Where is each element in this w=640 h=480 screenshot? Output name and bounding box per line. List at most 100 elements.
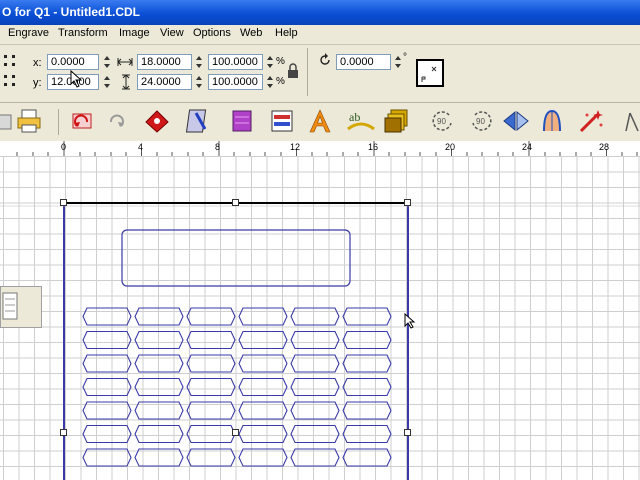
label-tag[interactable] — [186, 330, 236, 350]
selection-handle-center-x[interactable] — [232, 429, 239, 436]
label-tag[interactable] — [238, 330, 288, 350]
menu-help[interactable]: Help — [275, 27, 298, 39]
menu-engrave[interactable]: Engrave — [8, 27, 49, 39]
label-tag[interactable] — [82, 401, 132, 420]
height-spinner[interactable] — [195, 74, 203, 90]
label-tag[interactable] — [186, 354, 236, 373]
rotate-cw-90-button[interactable]: 90 — [466, 106, 496, 136]
label-tag[interactable] — [82, 424, 132, 444]
label-tag[interactable] — [238, 307, 288, 326]
text-on-path-button[interactable]: ab — [346, 106, 376, 136]
undo-button[interactable] — [68, 106, 98, 136]
width-arrow-icon — [117, 58, 133, 66]
rotate-ccw-90-button[interactable]: 90 — [428, 106, 458, 136]
title-box[interactable] — [121, 229, 351, 287]
mirror-button[interactable] — [184, 106, 214, 136]
flip-horizontal-button[interactable] — [501, 106, 531, 136]
label-tag[interactable] — [238, 354, 288, 373]
label-tag[interactable] — [290, 401, 340, 420]
label-tag[interactable] — [238, 377, 288, 397]
label-tag[interactable] — [134, 448, 184, 467]
label-tag[interactable] — [342, 377, 392, 397]
y-spinner[interactable] — [103, 74, 111, 90]
flip-vertical-button[interactable] — [537, 106, 567, 136]
redo-button[interactable] — [102, 106, 132, 136]
x-position-field[interactable]: 0.0000 — [47, 54, 99, 70]
lock-ratio-icon[interactable] — [286, 63, 300, 79]
anchor-grid-icon[interactable] — [2, 53, 22, 93]
label-tag[interactable] — [186, 377, 236, 397]
label-tag[interactable] — [134, 401, 184, 420]
label-tag[interactable] — [342, 424, 392, 444]
width-spinner[interactable] — [195, 54, 203, 70]
scale-height-spinner[interactable] — [266, 74, 274, 90]
label-tag[interactable] — [134, 330, 184, 350]
tool-partial-right[interactable] — [618, 106, 640, 136]
label-tag[interactable] — [290, 424, 340, 444]
label-tag[interactable] — [342, 354, 392, 373]
rotate-cw-90-icon: 90 — [472, 111, 492, 131]
label-tag[interactable] — [134, 354, 184, 373]
separator — [58, 109, 59, 135]
menu-view[interactable]: View — [160, 27, 184, 39]
height-field[interactable]: 24.0000 — [137, 74, 192, 90]
label-tag[interactable] — [290, 307, 340, 326]
label-tag[interactable] — [342, 330, 392, 350]
menu-transform[interactable]: Transform — [58, 27, 108, 39]
ruler-label-0: 0 — [61, 142, 67, 152]
x-spinner[interactable] — [103, 54, 111, 70]
label-tag[interactable] — [238, 401, 288, 420]
node-edit-button[interactable] — [142, 106, 172, 136]
menu-web[interactable]: Web — [240, 27, 262, 39]
menu-image[interactable]: Image — [119, 27, 150, 39]
label-tag[interactable] — [342, 307, 392, 326]
label-tag[interactable] — [186, 307, 236, 326]
label-tag[interactable] — [134, 377, 184, 397]
selection-handle-bottom-right[interactable] — [404, 429, 411, 436]
label-tag[interactable] — [290, 448, 340, 467]
label-tag[interactable] — [186, 401, 236, 420]
selection-handle-top-center[interactable] — [232, 199, 239, 206]
rotation-field[interactable]: 0.0000 — [336, 54, 391, 70]
scale-width-percent: % — [276, 56, 285, 67]
pattern-button[interactable] — [228, 106, 258, 136]
label-tag[interactable] — [186, 424, 236, 444]
align-button[interactable] — [267, 106, 297, 136]
effects-button[interactable] — [576, 106, 606, 136]
scale-width-field[interactable]: 100.0000 — [208, 54, 263, 70]
label-tag[interactable] — [238, 448, 288, 467]
selection-handle-bottom-left[interactable] — [60, 429, 67, 436]
label-tag[interactable] — [134, 307, 184, 326]
selection-handle-top-left[interactable] — [60, 199, 67, 206]
align-icon — [271, 110, 293, 132]
selection-handle-top-right[interactable] — [404, 199, 411, 206]
label-tag[interactable] — [342, 448, 392, 467]
label-tag[interactable] — [342, 401, 392, 420]
design-canvas[interactable] — [0, 156, 640, 480]
rotation-degree: ° — [403, 52, 407, 63]
label-tag[interactable] — [290, 330, 340, 350]
rotation-spinner[interactable] — [394, 54, 402, 70]
scale-height-field[interactable]: 100.0000 — [208, 74, 263, 90]
menu-options[interactable]: Options — [193, 27, 231, 39]
label-tag[interactable] — [82, 330, 132, 350]
layers-button[interactable] — [383, 106, 413, 136]
label-tag[interactable] — [134, 424, 184, 444]
label-tag[interactable] — [82, 354, 132, 373]
label-tag[interactable] — [290, 377, 340, 397]
svg-text:90: 90 — [437, 117, 446, 126]
floating-panel[interactable] — [0, 286, 42, 328]
flip-vertical-icon — [543, 109, 561, 132]
label-tag[interactable] — [186, 448, 236, 467]
scale-width-spinner[interactable] — [266, 54, 274, 70]
label-tag[interactable] — [82, 448, 132, 467]
label-tag[interactable] — [82, 377, 132, 397]
label-tag[interactable] — [82, 307, 132, 326]
text-tool-button[interactable] — [305, 106, 335, 136]
separator — [307, 48, 308, 96]
print-button[interactable] — [14, 106, 44, 136]
width-field[interactable]: 18.0000 — [137, 54, 192, 70]
label-tag[interactable] — [238, 424, 288, 444]
label-tag[interactable] — [290, 354, 340, 373]
undo-icon — [72, 113, 92, 129]
